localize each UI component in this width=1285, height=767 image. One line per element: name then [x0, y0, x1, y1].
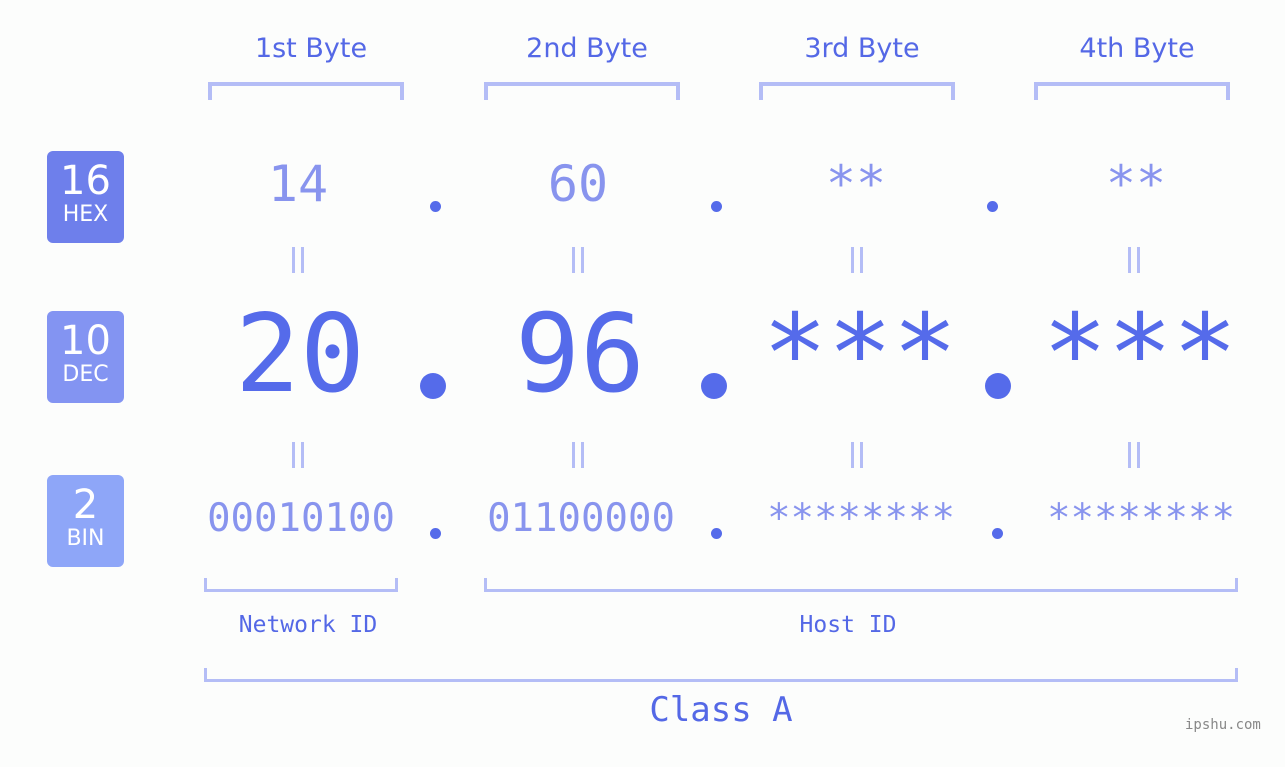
network-id-label: Network ID [238, 612, 378, 638]
dec-value-2: 96 [514, 292, 646, 417]
bin-value-3: ******** [767, 496, 955, 541]
bin-dot-1 [430, 528, 441, 539]
equals-icon [1128, 442, 1140, 468]
equals-icon [292, 442, 304, 468]
equals-icon [292, 247, 304, 273]
byte-bracket-4 [1034, 82, 1230, 100]
dec-dot-2 [701, 373, 727, 399]
hex-dot-1 [430, 201, 441, 212]
hex-dot-2 [711, 201, 722, 212]
bin-badge-label: BIN [66, 526, 105, 551]
hex-value-1: 14 [267, 155, 329, 213]
dec-badge: 10 DEC [47, 311, 124, 403]
equals-icon [572, 442, 584, 468]
dec-value-3: *** [762, 292, 958, 417]
bin-value-2: 01100000 [487, 496, 675, 541]
brand-watermark: ipshu.com [1185, 717, 1261, 733]
equals-icon [851, 247, 863, 273]
hex-value-4: ** [1105, 155, 1167, 213]
hex-badge-label: HEX [62, 202, 109, 227]
equals-icon [1128, 247, 1140, 273]
bin-dot-2 [711, 528, 722, 539]
dec-badge-label: DEC [62, 362, 109, 387]
dec-dot-1 [420, 373, 446, 399]
bin-dot-3 [992, 528, 1003, 539]
equals-icon [572, 247, 584, 273]
equals-icon [851, 442, 863, 468]
dec-value-4: *** [1042, 292, 1238, 417]
dec-badge-number: 10 [60, 318, 111, 364]
byte-bracket-3 [759, 82, 955, 100]
dec-value-1: 20 [234, 292, 366, 417]
byte-label-2: 2nd Byte [526, 33, 648, 64]
dec-dot-3 [985, 373, 1011, 399]
hex-badge-number: 16 [60, 158, 111, 204]
byte-bracket-2 [484, 82, 680, 100]
class-label: Class A [649, 690, 793, 730]
byte-label-4: 4th Byte [1079, 33, 1195, 64]
hex-dot-3 [987, 201, 998, 212]
network-id-bracket [204, 578, 398, 592]
byte-label-3: 3rd Byte [804, 33, 920, 64]
bin-value-1: 00010100 [207, 496, 395, 541]
bin-badge: 2 BIN [47, 475, 124, 567]
hex-value-2: 60 [547, 155, 609, 213]
bin-value-4: ******** [1047, 496, 1235, 541]
hex-value-3: ** [825, 155, 887, 213]
byte-label-1: 1st Byte [254, 33, 368, 64]
hex-badge: 16 HEX [47, 151, 124, 243]
bin-badge-number: 2 [72, 482, 99, 528]
host-id-label: Host ID [799, 612, 897, 638]
class-bracket [204, 668, 1238, 682]
host-id-bracket [484, 578, 1238, 592]
byte-bracket-1 [208, 82, 404, 100]
